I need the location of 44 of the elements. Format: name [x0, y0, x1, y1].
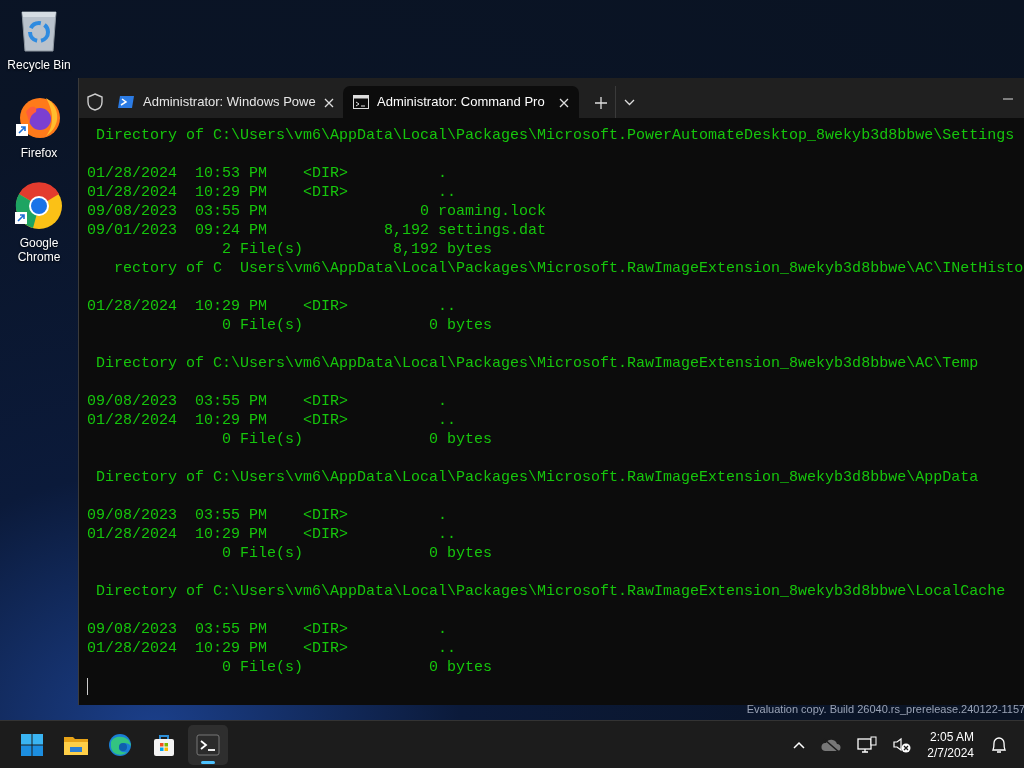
console-line: 09/08/2023 03:55 PM <DIR> .: [87, 506, 449, 525]
network-icon[interactable]: [857, 735, 878, 754]
desktop-shortcut[interactable]: Google Chrome: [2, 182, 76, 264]
console-line: 09/08/2023 03:55 PM <DIR> .: [87, 392, 449, 411]
console-line: 0 File(s) 0 bytes: [221, 544, 494, 563]
tab[interactable]: Administrator: Command Pro: [343, 86, 579, 118]
tab-icon: [353, 95, 369, 109]
tab-icon: [117, 95, 135, 109]
text-cursor: [87, 678, 88, 695]
console-line: Directory of C:\Users\vm6\AppData\Local\Packages\Microsoft.RawImageExtension_8wekyb3d8bbwe\AppData: [95, 468, 980, 487]
cloud-icon[interactable]: [821, 737, 842, 752]
chevron-down-icon: [624, 99, 635, 107]
console-line: 01/28/2024 10:29 PM <DIR> ..: [87, 525, 458, 544]
console-line: 0 File(s) 0 bytes: [221, 316, 494, 335]
console-line: Directory of C:\Users\vm6\AppData\Local\Packages\Microsoft.RawImageExtension_8wekyb3d8bbwe\LocalCache: [95, 582, 1007, 601]
desktop-shortcut[interactable]: Firefox: [2, 94, 76, 160]
console-line: Directory of C:\Users\vm6\AppData\Local\Packages\Microsoft.RawImageExtension_8wekyb3d8bbwe\AC\Temp: [95, 354, 980, 373]
console-line: 01/28/2024 10:29 PM <DIR> ..: [87, 639, 458, 658]
console-line: 09/01/2023 09:24 PM 8,192 settings.dat: [87, 221, 548, 240]
console-line: Directory of C:\Users\vm6\AppData\Local\Packages\Microsoft.PowerAutomateDesktop_8wekyb3d8bbwe\Settings: [95, 126, 1016, 145]
console-line: 01/28/2024 10:29 PM <DIR> ..: [87, 411, 458, 430]
console-line: 09/08/2023 03:55 PM 0 roaming.lock: [87, 202, 548, 221]
build-notice: Evaluation copy. Build 26040.rs_prerelease.240122-1157: [745, 705, 1024, 717]
console-line: 09/08/2023 03:55 PM <DIR> .: [87, 620, 449, 639]
console-line: 2 File(s) 8,192 bytes: [221, 240, 494, 259]
bell-icon[interactable]: [990, 735, 1008, 754]
terminal-icon: [196, 733, 220, 756]
tab[interactable]: Administrator: Windows Powe: [107, 86, 343, 118]
shopping-bag-icon: [152, 732, 176, 757]
console-line: rectory of C Users\vm6\AppData\Local\Packages\Microsoft.RawImageExtension_8wekyb3d8bbwe\AC\INetHisto: [113, 259, 1024, 278]
desktop-shortcut[interactable]: Recycle Bin: [2, 8, 76, 72]
plus-icon: [595, 96, 607, 109]
clock[interactable]: 2:05 AM 2/7/2024: [927, 728, 974, 761]
console-line: 0 File(s) 0 bytes: [221, 658, 494, 677]
console-line: 0 File(s) 0 bytes: [221, 430, 494, 449]
console-line: 01/28/2024 10:53 PM <DIR> .: [87, 164, 449, 183]
taskbar-app[interactable]: [188, 724, 228, 765]
console-line: 01/28/2024 10:29 PM <DIR> ..: [87, 297, 458, 316]
browser-icon: [108, 732, 132, 757]
windows-logo-icon: [20, 732, 44, 757]
speaker-muted-icon[interactable]: [893, 736, 912, 753]
console-line: 01/28/2024 10:29 PM <DIR> ..: [87, 183, 458, 202]
chevron-up-icon[interactable]: [793, 740, 806, 749]
minimize-icon: [1003, 97, 1014, 100]
